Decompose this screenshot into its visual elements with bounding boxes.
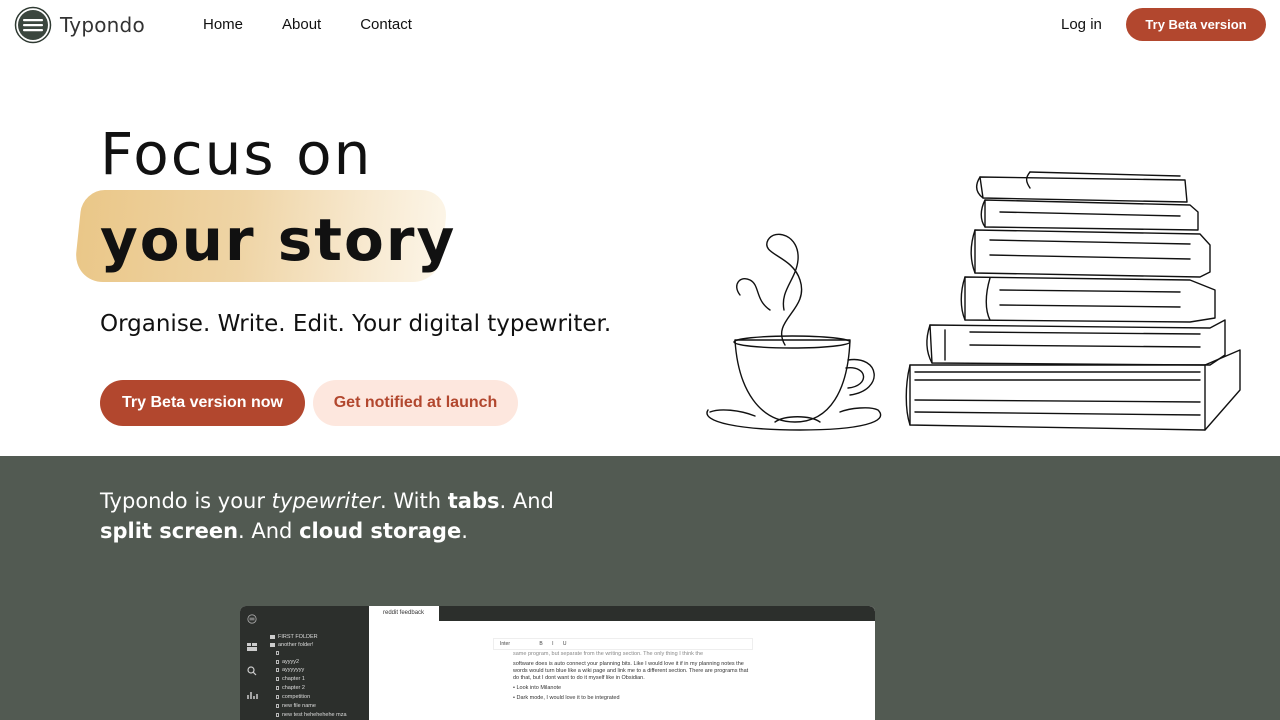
features-section: Typondo is your typewriter. With tabs. A…	[0, 456, 1280, 720]
nav-link-about[interactable]: About	[282, 16, 321, 33]
app-editor: reddit feedback Inter B I U same program…	[369, 606, 875, 720]
tab-reddit-feedback[interactable]: reddit feedback	[369, 606, 439, 621]
editor-toolbar: Inter B I U	[493, 638, 753, 650]
sidebar-item[interactable]: chapter 2	[276, 685, 305, 691]
app-preview-screenshot: FIRST FOLDER another folder! ayyyy2 ayyy…	[240, 606, 875, 720]
editor-bullet: • Look into Milanote	[513, 685, 562, 691]
nav-links: Home About Contact	[203, 16, 451, 33]
hero-subtitle: Organise. Write. Edit. Your digital type…	[100, 311, 612, 337]
file-icon	[276, 703, 279, 708]
app-tab-bar: reddit feedback	[369, 606, 875, 621]
file-icon	[276, 694, 279, 699]
file-icon	[276, 667, 279, 672]
editor-paragraph: software does is auto connect your plann…	[513, 661, 749, 681]
editor-paragraph: same program, but separate from the writ…	[513, 651, 704, 657]
login-link[interactable]: Log in	[1061, 16, 1102, 33]
try-beta-nav-button[interactable]: Try Beta version	[1126, 8, 1266, 41]
app-file-sidebar: FIRST FOLDER another folder! ayyyy2 ayyy…	[264, 606, 369, 720]
coffee-and-books-illustration	[706, 171, 1241, 431]
file-icon	[276, 685, 279, 690]
stats-icon	[247, 692, 258, 699]
nav-link-contact[interactable]: Contact	[360, 16, 412, 33]
hero-heading-line2: your story	[100, 206, 457, 274]
sidebar-item[interactable]: another folder!	[270, 642, 313, 648]
hero-heading-line1: Focus on	[100, 120, 373, 188]
file-icon	[276, 676, 279, 681]
folder-icon	[270, 642, 275, 647]
sidebar-item[interactable]: ayyyy2	[276, 659, 299, 665]
file-icon	[276, 650, 279, 655]
sidebar-item[interactable]: new test hehehehehe mza	[276, 712, 347, 718]
brand-name: Typondo	[60, 13, 145, 37]
get-notified-button[interactable]: Get notified at launch	[313, 380, 518, 426]
sidebar-item[interactable]: ayyyyyyy	[276, 667, 304, 673]
try-beta-button[interactable]: Try Beta version now	[100, 380, 305, 426]
editor-bullet: • Dark mode, I would love it to be integ…	[513, 695, 620, 701]
app-logo-icon	[247, 614, 257, 624]
file-icon	[276, 659, 279, 664]
app-icon-rail	[240, 606, 264, 720]
sidebar-item[interactable]: competition	[276, 694, 310, 700]
sidebar-item[interactable]: new file name	[276, 703, 316, 709]
top-navigation: Typondo Home About Contact Log in Try Be…	[0, 0, 1280, 52]
sidebar-item[interactable]: chapter 1	[276, 676, 305, 682]
typewriter-logo-icon	[14, 6, 52, 44]
editor-content[interactable]: same program, but separate from the writ…	[513, 651, 753, 705]
sidebar-item[interactable]	[276, 650, 282, 656]
features-tagline: Typondo is your typewriter. With tabs. A…	[100, 489, 554, 543]
brand-logo[interactable]: Typondo	[14, 6, 145, 44]
italic-button[interactable]: I	[552, 641, 553, 647]
folder-icon	[270, 634, 275, 639]
nav-link-home[interactable]: Home	[203, 16, 243, 33]
bold-button[interactable]: B	[539, 641, 542, 647]
file-icon	[276, 712, 279, 717]
search-icon	[247, 666, 257, 676]
files-icon	[247, 643, 257, 651]
sidebar-item[interactable]: FIRST FOLDER	[270, 634, 318, 640]
underline-button[interactable]: U	[563, 641, 567, 647]
font-select[interactable]: Inter	[500, 641, 510, 647]
